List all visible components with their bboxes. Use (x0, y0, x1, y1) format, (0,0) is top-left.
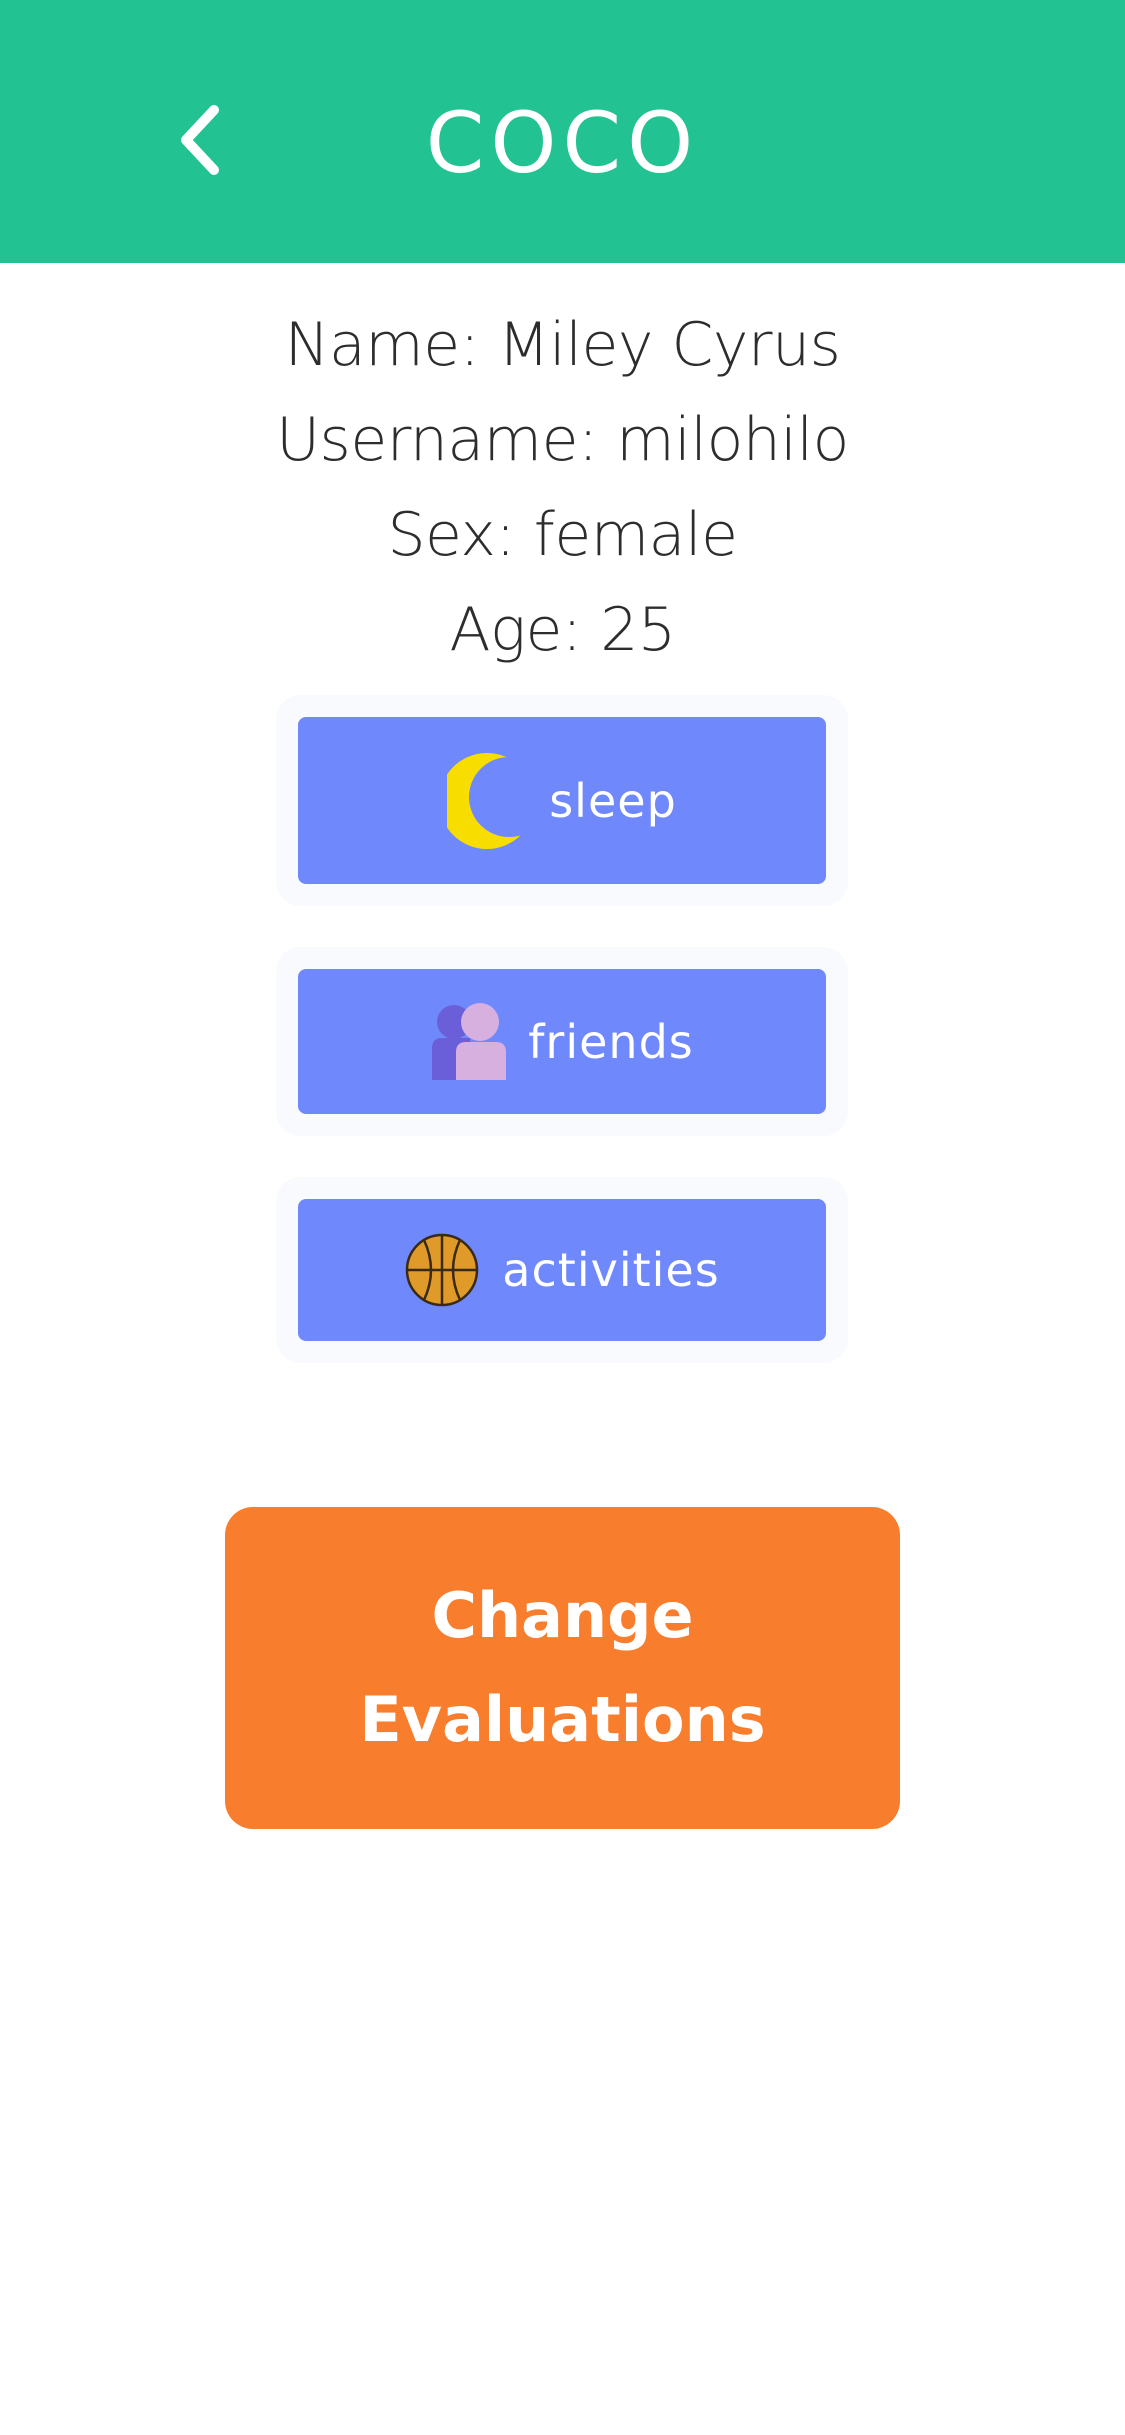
friends-button-content: friends (430, 1002, 694, 1082)
profile-username: Username: milohilo (276, 405, 849, 475)
profile-age: Age: 25 (449, 595, 676, 665)
friends-label: friends (528, 1014, 694, 1069)
friends-icon (430, 1002, 507, 1082)
activities-label: activities (502, 1243, 720, 1297)
change-evaluations-line1: Change (431, 1579, 694, 1652)
moon-icon (447, 751, 528, 851)
page-title: COCO (425, 94, 700, 192)
sleep-button-content: sleep (447, 751, 677, 851)
sleep-button[interactable]: sleep (298, 717, 826, 884)
change-evaluations-line2: Evaluations (359, 1683, 766, 1756)
app-header: COCO (0, 0, 1125, 263)
friends-button[interactable]: friends (298, 969, 826, 1114)
change-evaluations-button[interactable]: Change Evaluations (225, 1507, 900, 1829)
profile-name: Name: Miley Cyrus (284, 310, 841, 380)
basketball-icon (404, 1232, 480, 1308)
profile-sex: Sex: female (387, 500, 738, 570)
sleep-label: sleep (549, 773, 677, 828)
activities-button[interactable]: activities (298, 1199, 826, 1341)
activities-button-content: activities (404, 1232, 719, 1308)
